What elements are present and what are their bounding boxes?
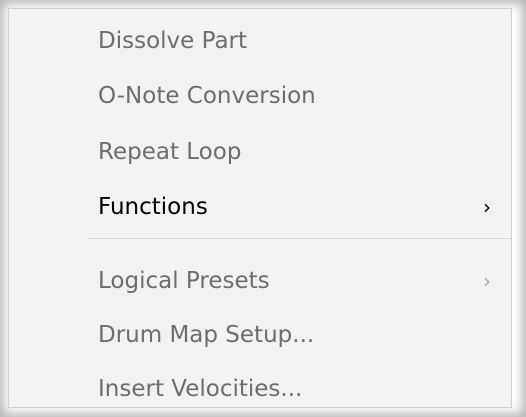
menu-item-label: Drum Map Setup... bbox=[98, 322, 315, 348]
menu-item-o-note-conversion: O-Note Conversion bbox=[9, 70, 511, 122]
menu-item-label: Insert Velocities... bbox=[98, 376, 303, 402]
menu-item-label: Dissolve Part bbox=[98, 28, 248, 54]
menu-item-insert-velocities: Insert Velocities... bbox=[9, 363, 511, 415]
chevron-right-icon: › bbox=[483, 269, 491, 293]
menu-item-label: O-Note Conversion bbox=[98, 83, 316, 109]
menu-item-label: Repeat Loop bbox=[98, 139, 242, 165]
menu-item-logical-presets: Logical Presets › bbox=[9, 255, 511, 307]
menu-item-dissolve-part: Dissolve Part bbox=[9, 15, 511, 67]
context-menu: Dissolve Part O-Note Conversion Repeat L… bbox=[8, 8, 512, 408]
menu-item-functions[interactable]: Functions › bbox=[9, 181, 511, 233]
menu-item-label: Logical Presets bbox=[98, 268, 270, 294]
chevron-right-icon: › bbox=[483, 195, 491, 219]
menu-item-drum-map-setup: Drum Map Setup... bbox=[9, 309, 511, 361]
menu-item-repeat-loop: Repeat Loop bbox=[9, 126, 511, 178]
menu-separator bbox=[88, 238, 511, 239]
menu-item-label: Functions bbox=[98, 194, 208, 220]
